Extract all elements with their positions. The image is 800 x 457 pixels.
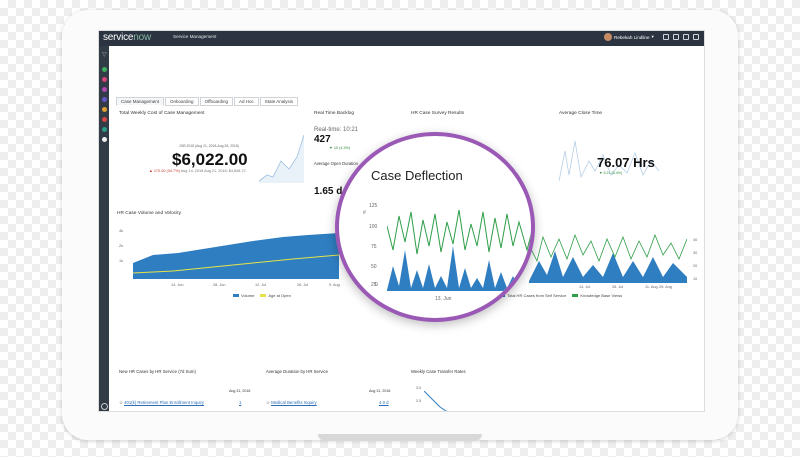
volume-xtick: 28. Jun: [213, 283, 226, 287]
hr-service-link[interactable]: Medical Benefits Inquiry: [271, 400, 317, 405]
volume-xtick: 26. Jul: [297, 283, 309, 287]
tab-offboarding[interactable]: Offboarding: [199, 97, 233, 106]
cost-date-range: JOB 2018 (Aug 21, 2018-Aug 28, 2018): [179, 144, 239, 148]
star-icon[interactable]: [102, 107, 107, 112]
hr-service-link[interactable]: 401(k) Retirement Plan Enrollment Inquir…: [124, 400, 204, 405]
legend-knowledge-base[interactable]: Knowledge Base Views: [572, 293, 622, 298]
transfer-rates-title: Weekly Case Transfer Rates: [411, 369, 466, 374]
new-hr-cases-date: Aug 31, 2018: [229, 389, 251, 393]
deflection-magnified-chart: [387, 209, 531, 291]
home-icon[interactable]: [102, 67, 107, 72]
tab-state-analysis[interactable]: State Analysis: [259, 97, 299, 106]
cost-previous: Aug 14, 2018 Aug 21, 2018: $4,848.72: [180, 169, 246, 173]
close-time-change: ▼ 5.21 (6.4%): [599, 171, 623, 175]
volume-xtick: 14. Jun: [171, 283, 184, 287]
avatar: [604, 33, 612, 41]
deflection-legend: Total HR Cases from Self Service Knowled…: [499, 293, 622, 298]
chevron-down-icon: ▾: [651, 34, 654, 39]
deflection-right-ytick: 10: [693, 277, 698, 281]
filter-icon[interactable]: ▽: [102, 51, 107, 58]
deflection-xtick: 28. Jul: [612, 285, 624, 289]
deflection-xtick: 11. Aug: [645, 285, 658, 289]
dashboard-tabs: Case Management Onboarding Offboarding A…: [116, 97, 299, 106]
deflection-ytick: 0: [375, 282, 378, 288]
user-menu[interactable]: Rebekah Lindline ▾: [604, 33, 654, 41]
transfer-ytick: 2.5: [416, 399, 422, 403]
backlog-change: ▼ 10 (4.3%): [329, 146, 351, 150]
deflection-ytick: 75: [371, 244, 377, 250]
servicenow-logo[interactable]: servicenow: [103, 32, 151, 43]
avg-duration-date: Aug 31, 2018: [369, 389, 391, 393]
info-icon[interactable]: [102, 137, 107, 142]
deflection-ytick: 50: [371, 264, 377, 270]
volume-chart-title: HR Case Volume and Velocity: [117, 211, 181, 216]
list-icon[interactable]: [102, 97, 107, 102]
backlog-value: 427: [314, 134, 331, 145]
cost-change: ▲ 170.00 (34.7%): [149, 169, 180, 173]
user-icon[interactable]: [102, 117, 107, 122]
laptop-base: [318, 434, 482, 441]
avg-duration-value[interactable]: 4.0 d: [379, 400, 389, 405]
volume-area-chart: [133, 233, 339, 279]
volume-xtick: 12. Jul: [255, 283, 267, 287]
deflection-xtick: 14. Jul: [579, 285, 591, 289]
case-deflection-title: Case Deflection: [371, 168, 463, 183]
deflection-right-ytick: 40: [693, 238, 698, 242]
cost-panel-title: Total Weekly Cost of Case Management: [119, 111, 205, 116]
deflection-ytick: 100: [369, 224, 378, 230]
deflection-chart-background: [529, 233, 687, 283]
user-name: Rebekah Lindline: [614, 34, 650, 40]
new-hr-cases-value[interactable]: 1: [239, 400, 241, 405]
legend-volume[interactable]: Volume: [233, 293, 254, 298]
star-icon[interactable]: ☆: [119, 400, 123, 405]
transfer-ytick: 3.0: [416, 386, 422, 390]
close-panel-title: Average Close Time: [559, 111, 603, 116]
volume-ytick: 4k: [119, 229, 124, 233]
deflection-xtick: 25. Aug: [659, 285, 672, 289]
new-hr-cases-title: New HR Cases by HR Service (7d Sum): [119, 369, 196, 374]
volume-ytick: 2k: [119, 244, 124, 248]
search-icon[interactable]: [663, 34, 669, 40]
avg-open-duration-label: Average Open Duration: [314, 161, 358, 166]
left-sidebar: ▽: [99, 46, 109, 411]
tab-case-management[interactable]: Case Management: [116, 97, 165, 106]
cost-trend-sparkline: [259, 134, 304, 183]
backlog-realtime: Real-time: 10:21: [314, 127, 359, 133]
settings-icon[interactable]: [101, 403, 108, 410]
chat-icon[interactable]: [673, 34, 679, 40]
star-icon[interactable]: ☆: [266, 400, 270, 405]
gear-icon[interactable]: [693, 34, 699, 40]
deflection-xtick: 13. Jun: [435, 296, 452, 302]
avg-duration-row[interactable]: ☆ Medical Benefits Inquiry: [266, 400, 317, 406]
survey-panel-title: HR Case Survey Results: [411, 111, 465, 116]
avg-open-duration-value: 1.65 d: [314, 186, 343, 197]
people-icon[interactable]: [102, 87, 107, 92]
case-deflection-magnifier: Case Deflection # 125 100 75 50 25 0 13.…: [335, 132, 535, 322]
heart-icon[interactable]: [102, 77, 107, 82]
new-hr-cases-row[interactable]: ☆ 401(k) Retirement Plan Enrollment Inqu…: [119, 400, 204, 406]
help-icon[interactable]: [683, 34, 689, 40]
volume-xtick: 9. Aug: [329, 283, 340, 287]
tab-onboarding[interactable]: Onboarding: [165, 97, 199, 106]
app-title: Service Management: [173, 34, 217, 39]
deflection-ytick: 125: [369, 203, 378, 209]
deflection-right-ytick: 30: [693, 251, 698, 255]
cost-value: $6,022.00: [172, 150, 248, 169]
check-icon[interactable]: [102, 127, 107, 132]
volume-ytick: 1k: [119, 259, 124, 263]
legend-self-service[interactable]: Total HR Cases from Self Service: [499, 293, 566, 298]
volume-legend: Volume Age at Open: [233, 293, 291, 298]
legend-age-at-open[interactable]: Age at Open: [260, 293, 291, 298]
transfer-rate-line: [424, 391, 447, 411]
top-navigation-bar: servicenow Service Management Rebekah Li…: [99, 31, 704, 46]
backlog-panel-title: Real Time Backlog: [314, 111, 354, 116]
close-time-value: 76.07 Hrs: [597, 155, 655, 170]
avg-duration-title: Average Duration by HR Service: [266, 369, 329, 374]
tab-ad-hoc[interactable]: Ad Hoc: [234, 97, 259, 106]
deflection-yaxis-label: #: [363, 210, 366, 216]
deflection-right-ytick: 20: [693, 264, 698, 268]
